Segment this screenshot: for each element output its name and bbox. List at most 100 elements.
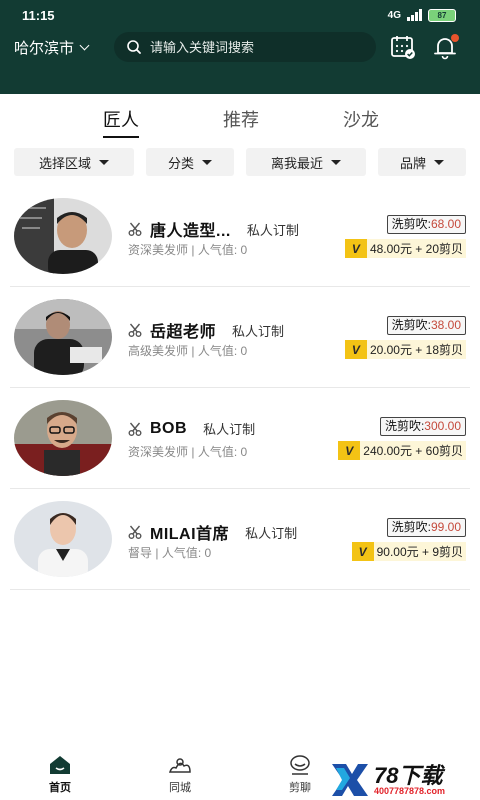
tab-recommended[interactable]: 推荐 xyxy=(219,94,263,140)
promo-text: 90.00元 + 9剪贝 xyxy=(376,545,463,559)
promo-badge: V 48.00元 + 20剪贝 xyxy=(344,239,466,258)
chat-icon xyxy=(290,755,310,775)
filter-label: 品牌 xyxy=(399,155,426,171)
v-badge-icon: V xyxy=(351,542,374,561)
watermark-brand: 78下载 xyxy=(374,762,443,788)
stylist-card[interactable]: MILAI首席 私人订制 督导 | 人气值: 0 洗剪吹:99.00 V 90.0… xyxy=(10,489,470,590)
search-input[interactable] xyxy=(150,39,370,55)
nav-label: 剪聊 xyxy=(289,782,311,794)
avatar xyxy=(14,299,112,375)
price-tag: 洗剪吹:99.00 xyxy=(386,518,466,537)
status-icons: 4G 87 xyxy=(387,8,456,22)
watermark-url: 4007787878.com xyxy=(374,785,446,796)
calendar-button[interactable] xyxy=(390,34,416,60)
popularity: 人气值: 0 xyxy=(161,546,212,560)
filter-category[interactable]: 分类 xyxy=(146,148,234,176)
filter-brand[interactable]: 品牌 xyxy=(378,148,466,176)
promo-text: 240.00元 + 60剪贝 xyxy=(363,444,463,458)
price-value: 38.00 xyxy=(430,318,461,332)
filter-bar: 选择区域 分类 离我最近 品牌 xyxy=(14,148,466,176)
dropdown-arrow-icon xyxy=(202,159,212,165)
watermark-logo: 78下载 4007787878.com xyxy=(330,760,480,800)
signal-icon xyxy=(407,9,422,21)
stylist-title: 督导 xyxy=(128,546,153,560)
stylist-name: 唐人造型... xyxy=(150,223,231,240)
home-icon xyxy=(50,756,70,774)
promo-text: 20.00元 + 18剪贝 xyxy=(369,343,463,357)
stylist-name: BOB xyxy=(150,419,188,437)
calendar-icon xyxy=(391,36,415,59)
avatar xyxy=(14,400,112,476)
v-badge-icon: V xyxy=(344,239,367,258)
promo-badge: V 90.00元 + 9剪贝 xyxy=(351,542,466,561)
category-tabs: 匠人 推荐 沙龙 xyxy=(0,94,480,140)
search-bar[interactable] xyxy=(114,32,376,62)
nav-nearby[interactable]: 同城 xyxy=(150,754,210,800)
stylist-card[interactable]: 岳超老师 私人订制 高级美发师 | 人气值: 0 洗剪吹:38.00 V 20.0… xyxy=(10,287,470,388)
price-label: 洗剪吹: xyxy=(384,419,425,433)
promo-badge: V 240.00元 + 60剪贝 xyxy=(338,441,466,460)
price-label: 洗剪吹: xyxy=(391,318,431,332)
stylist-card[interactable]: 唐人造型... 私人订制 资深美发师 | 人气值: 0 洗剪吹:68.00 V4… xyxy=(10,186,470,287)
scissors-icon xyxy=(128,323,142,337)
search-icon xyxy=(127,40,141,54)
city-name: 哈尔滨市 xyxy=(14,39,75,57)
filter-area[interactable]: 选择区域 xyxy=(14,148,134,176)
custom-tag: 私人订制 xyxy=(245,525,298,541)
filter-distance[interactable]: 离我最近 xyxy=(246,148,366,176)
dropdown-arrow-icon xyxy=(331,159,341,165)
v-badge-icon: V xyxy=(344,340,367,359)
tab-artisans[interactable]: 匠人 xyxy=(99,94,143,140)
network-label: 4G xyxy=(387,9,401,21)
filter-label: 分类 xyxy=(167,155,194,171)
price-tag: 洗剪吹:300.00 xyxy=(379,417,466,436)
price-value: 68.00 xyxy=(430,217,461,231)
custom-tag: 私人订制 xyxy=(246,222,299,238)
battery-icon: 87 xyxy=(428,8,456,22)
top-toolbar: 哈尔滨市 xyxy=(0,30,480,64)
stylist-title: 资深美发师 xyxy=(128,445,189,459)
price-value: 300.00 xyxy=(424,419,461,433)
promo-text: 48.00元 + 20剪贝 xyxy=(369,242,463,256)
tab-salons[interactable]: 沙龙 xyxy=(339,94,383,140)
map-pin-icon xyxy=(168,758,191,773)
nav-home[interactable]: 首页 xyxy=(30,754,90,800)
dropdown-arrow-icon xyxy=(99,159,109,165)
notification-dot xyxy=(451,34,459,42)
avatar xyxy=(14,198,112,274)
nav-chat[interactable]: 剪聊 xyxy=(270,754,330,800)
filter-label: 离我最近 xyxy=(270,155,323,171)
nav-label: 首页 xyxy=(49,782,71,794)
filter-label: 选择区域 xyxy=(38,155,91,171)
stylist-name: MILAI首席 xyxy=(150,526,230,543)
stylist-title: 资深美发师 xyxy=(128,243,189,257)
v-badge-icon: V xyxy=(338,441,361,460)
x-logo-icon xyxy=(332,764,368,796)
promo-badge: V 20.00元 + 18剪贝 xyxy=(344,340,466,359)
status-bar: 11:15 4G 87 xyxy=(0,0,480,30)
custom-tag: 私人订制 xyxy=(232,323,285,339)
dropdown-arrow-icon xyxy=(434,159,444,165)
scissors-icon xyxy=(128,422,142,436)
stylist-meta: 督导 | 人气值: 0 xyxy=(128,546,212,560)
stylist-list: 唐人造型... 私人订制 资深美发师 | 人气值: 0 洗剪吹:68.00 V4… xyxy=(10,186,470,590)
stylist-title: 高级美发师 xyxy=(128,344,189,358)
stylist-meta: 高级美发师 | 人气值: 0 xyxy=(128,344,248,358)
price-label: 洗剪吹: xyxy=(391,217,431,231)
stylist-meta: 资深美发师 | 人气值: 0 xyxy=(128,445,248,459)
chevron-down-icon xyxy=(79,40,90,50)
price-tag: 洗剪吹:38.00 xyxy=(386,316,466,335)
stylist-card[interactable]: BOB 私人订制 资深美发师 | 人气值: 0 洗剪吹:300.00 V 240.… xyxy=(10,388,470,489)
price-tag: 洗剪吹:68.00 xyxy=(386,215,466,234)
notification-button[interactable] xyxy=(432,34,459,60)
scissors-icon xyxy=(128,222,142,236)
city-selector[interactable]: 哈尔滨市 xyxy=(14,37,114,58)
stylist-meta: 资深美发师 | 人气值: 0 xyxy=(128,243,248,257)
popularity: 人气值: 0 xyxy=(197,243,248,257)
nav-label: 同城 xyxy=(169,782,191,794)
custom-tag: 私人订制 xyxy=(203,422,256,437)
app-header: 11:15 4G 87 哈尔滨市 xyxy=(0,0,480,94)
status-time: 11:15 xyxy=(22,7,55,23)
popularity: 人气值: 0 xyxy=(197,344,248,358)
popularity: 人气值: 0 xyxy=(197,445,248,459)
